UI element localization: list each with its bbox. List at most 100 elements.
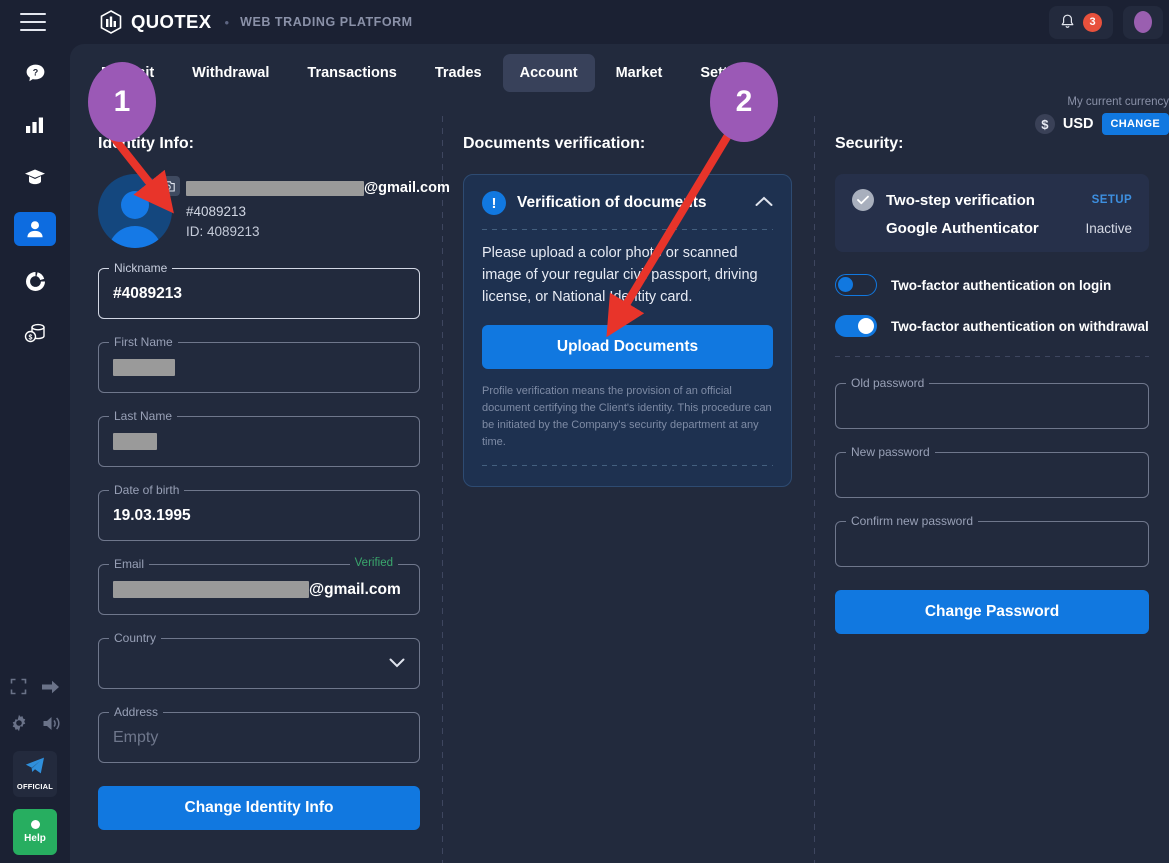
toggle-2fa-login-label: Two-factor authentication on login — [890, 277, 1112, 293]
profile-nickname: #4089213 — [186, 204, 247, 219]
svg-text:?: ? — [32, 67, 38, 77]
notifications-button[interactable]: 3 — [1049, 5, 1113, 39]
columns: Identity Info: @gmail.com #4089213 ID: 4… — [70, 102, 1169, 863]
field-nickname[interactable]: Nickname #4089213 — [98, 261, 420, 319]
field-address[interactable]: Address Empty — [98, 705, 420, 763]
email-verified-badge: Verified — [349, 557, 398, 569]
field-address-box[interactable]: Empty — [98, 712, 420, 763]
field-first-name-box[interactable] — [98, 342, 420, 393]
telegram-label: OFFICIAL — [16, 782, 54, 791]
fullscreen-icon[interactable] — [10, 678, 27, 700]
field-last-name-label: Last Name — [109, 409, 178, 423]
field-date-of-birth-label: Date of birth — [109, 483, 185, 497]
sidebar-item-finance[interactable]: $ — [14, 316, 56, 350]
chevron-up-icon[interactable] — [755, 194, 773, 212]
profile-info: @gmail.com #4089213 ID: 4089213 — [186, 174, 450, 239]
sidebar-bottom: OFFICIAL Help — [0, 678, 70, 863]
tab-transactions[interactable]: Transactions — [290, 54, 413, 92]
field-first-name-label: First Name — [109, 335, 178, 349]
field-nickname-box[interactable]: #4089213 — [98, 268, 420, 319]
toggle-row-login: Two-factor authentication on login — [834, 274, 1149, 296]
field-last-name[interactable]: Last Name — [98, 409, 420, 467]
redacted-email-local — [186, 180, 364, 196]
telegram-icon — [25, 757, 45, 779]
documents-title: Documents verification: — [463, 135, 646, 152]
tab-account[interactable]: Account — [502, 54, 595, 92]
security-column: Security: Two-step verification SETUP Go… — [815, 102, 1169, 863]
telegram-official-button[interactable]: OFFICIAL — [13, 751, 57, 797]
field-date-of-birth-value: 19.03.1995 — [113, 506, 191, 524]
sidebar-item-education[interactable] — [14, 160, 56, 194]
sidebar-item-account[interactable] — [14, 212, 56, 246]
tab-withdrawal[interactable]: Withdrawal — [175, 54, 286, 92]
field-email[interactable]: Email Verified @gmail.com — [98, 557, 420, 615]
field-country-box[interactable] — [98, 638, 420, 689]
app-root: QUOTEX • WEB TRADING PLATFORM 3 ? $ OFFI… — [0, 0, 1169, 863]
verification-card-title: Verification of documents — [517, 194, 707, 211]
security-title: Security: — [834, 135, 904, 152]
verification-description: Please upload a color photo or scanned i… — [482, 245, 758, 305]
two-step-row: Two-step verification SETUP — [851, 189, 1132, 211]
field-email-box[interactable]: @gmail.com — [98, 564, 420, 615]
account-icon — [25, 219, 45, 239]
verification-note: Profile verification means the provision… — [482, 385, 772, 449]
verification-separator-bottom — [482, 465, 773, 467]
field-new-password-label: New password — [845, 445, 935, 459]
graduation-cap-icon — [24, 168, 46, 186]
tab-market[interactable]: Market — [599, 54, 680, 92]
profile-email: @gmail.com — [186, 180, 450, 196]
tab-bar: Deposit Withdrawal Transactions Trades A… — [70, 44, 1169, 102]
toggle-row-withdrawal: Two-factor authentication on withdrawal — [834, 315, 1149, 337]
profile-avatar[interactable] — [98, 174, 180, 248]
field-address-label: Address — [109, 705, 164, 719]
field-date-of-birth-box[interactable]: 19.03.1995 — [98, 490, 420, 541]
brand-name: QUOTEX — [131, 11, 212, 32]
upload-documents-button[interactable]: Upload Documents — [482, 325, 773, 370]
sidebar-utility-row-2 — [0, 714, 70, 737]
logout-arrow-icon[interactable] — [41, 679, 60, 700]
sidebar-item-help[interactable]: ? — [14, 56, 56, 90]
avatar — [1134, 11, 1152, 33]
chart-icon — [25, 116, 45, 134]
field-last-name-box[interactable] — [98, 416, 420, 467]
field-old-password[interactable]: Old password — [834, 376, 1150, 429]
left-sidebar: ? $ OFFICIAL Help — [0, 44, 70, 863]
gear-icon[interactable] — [10, 714, 28, 737]
profile-email-domain: @gmail.com — [364, 180, 450, 196]
sidebar-item-chart[interactable] — [14, 108, 56, 142]
sidebar-utility-row-1 — [0, 678, 70, 700]
menu-toggle-icon[interactable] — [20, 13, 46, 31]
field-new-password[interactable]: New password — [834, 445, 1150, 498]
camera-icon[interactable] — [156, 176, 180, 196]
help-dot-icon — [30, 820, 40, 829]
info-icon: ! — [482, 191, 506, 215]
sound-icon[interactable] — [42, 715, 61, 737]
annotation-marker-2: 2 — [710, 62, 778, 142]
field-country[interactable]: Country — [98, 631, 420, 689]
identity-column: Identity Info: @gmail.com #4089213 ID: 4… — [70, 102, 450, 863]
change-password-button[interactable]: Change Password — [834, 590, 1150, 634]
chevron-down-icon[interactable] — [389, 655, 405, 673]
user-avatar-button[interactable] — [1123, 5, 1163, 39]
authenticator-label: Google Authenticator — [885, 220, 1039, 237]
field-confirm-password[interactable]: Confirm new password — [834, 514, 1150, 567]
field-email-value: @gmail.com — [309, 580, 401, 598]
annotation-marker-1: 1 — [88, 62, 156, 142]
top-bar-right: 3 — [1049, 5, 1169, 39]
avatar-head — [121, 191, 149, 219]
field-confirm-password-label: Confirm new password — [845, 514, 979, 528]
toggle-2fa-login[interactable] — [834, 274, 877, 296]
field-nickname-value: #4089213 — [113, 284, 182, 302]
tab-trades[interactable]: Trades — [418, 54, 499, 92]
setup-link[interactable]: SETUP — [1092, 194, 1132, 206]
help-button[interactable]: Help — [13, 809, 57, 855]
donut-chart-icon — [25, 271, 46, 292]
change-identity-info-button[interactable]: Change Identity Info — [98, 786, 420, 830]
toggle-2fa-withdrawal[interactable] — [834, 315, 877, 337]
quotex-logo-icon — [100, 10, 122, 34]
sidebar-item-analytics[interactable] — [14, 264, 56, 298]
field-date-of-birth[interactable]: Date of birth 19.03.1995 — [98, 483, 420, 541]
field-nickname-label: Nickname — [109, 261, 173, 275]
two-step-label: Two-step verification — [885, 191, 1035, 209]
field-first-name[interactable]: First Name — [98, 335, 420, 393]
